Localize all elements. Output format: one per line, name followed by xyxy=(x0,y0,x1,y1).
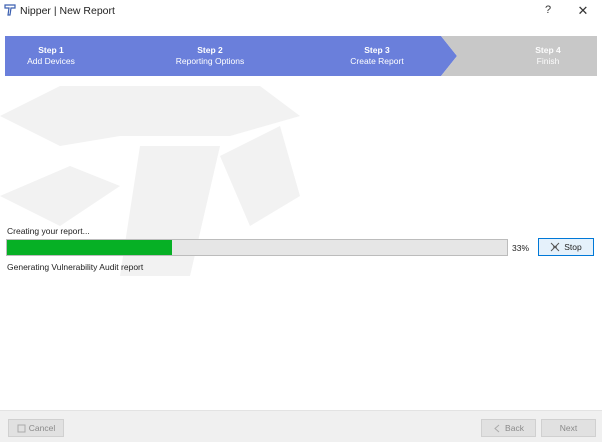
step-4-number: Step 4 xyxy=(535,45,561,55)
stop-icon xyxy=(550,242,560,252)
window-title: Nipper | New Report xyxy=(20,5,115,17)
step-3-number: Step 3 xyxy=(364,45,390,55)
cancel-button[interactable]: Cancel xyxy=(8,419,64,437)
step-3: Step 3 Create Report xyxy=(327,45,427,67)
step-2: Step 2 Reporting Options xyxy=(155,45,265,67)
step-1-label: Add Devices xyxy=(27,56,75,66)
progress-detail: Generating Vulnerability Audit report xyxy=(7,262,144,272)
cancel-button-label: Cancel xyxy=(28,423,56,433)
progress-bar xyxy=(6,239,508,256)
step-4-label: Finish xyxy=(536,56,560,66)
progress-bar-fill xyxy=(7,240,172,255)
step-1-number: Step 1 xyxy=(38,45,64,55)
wizard-steps: Step 1 Add Devices Step 2 Reporting Opti… xyxy=(5,36,597,76)
step-4: Step 4 Finish xyxy=(505,45,591,67)
next-button-label: Next xyxy=(559,423,578,433)
step-3-label: Create Report xyxy=(350,56,404,66)
progress-heading: Creating your report... xyxy=(7,226,90,236)
footer-bar: Cancel Back Next xyxy=(0,410,602,442)
step-1: Step 1 Add Devices xyxy=(5,45,97,67)
close-button[interactable]: ✕ xyxy=(576,3,590,18)
back-button-label: Back xyxy=(505,423,524,433)
title-bar: Nipper | New Report ? ✕ xyxy=(0,0,602,22)
back-button[interactable]: Back xyxy=(481,419,536,437)
stop-button[interactable]: Stop xyxy=(538,238,594,256)
nipper-logo-icon xyxy=(4,4,16,16)
back-arrow-icon xyxy=(494,424,500,432)
cancel-icon xyxy=(17,424,26,432)
progress-percent: 33% xyxy=(512,243,530,253)
help-button[interactable]: ? xyxy=(541,4,555,18)
next-button[interactable]: Next xyxy=(541,419,596,437)
step-2-number: Step 2 xyxy=(197,45,223,55)
step-2-label: Reporting Options xyxy=(175,56,245,66)
stop-button-label: Stop xyxy=(564,242,582,252)
